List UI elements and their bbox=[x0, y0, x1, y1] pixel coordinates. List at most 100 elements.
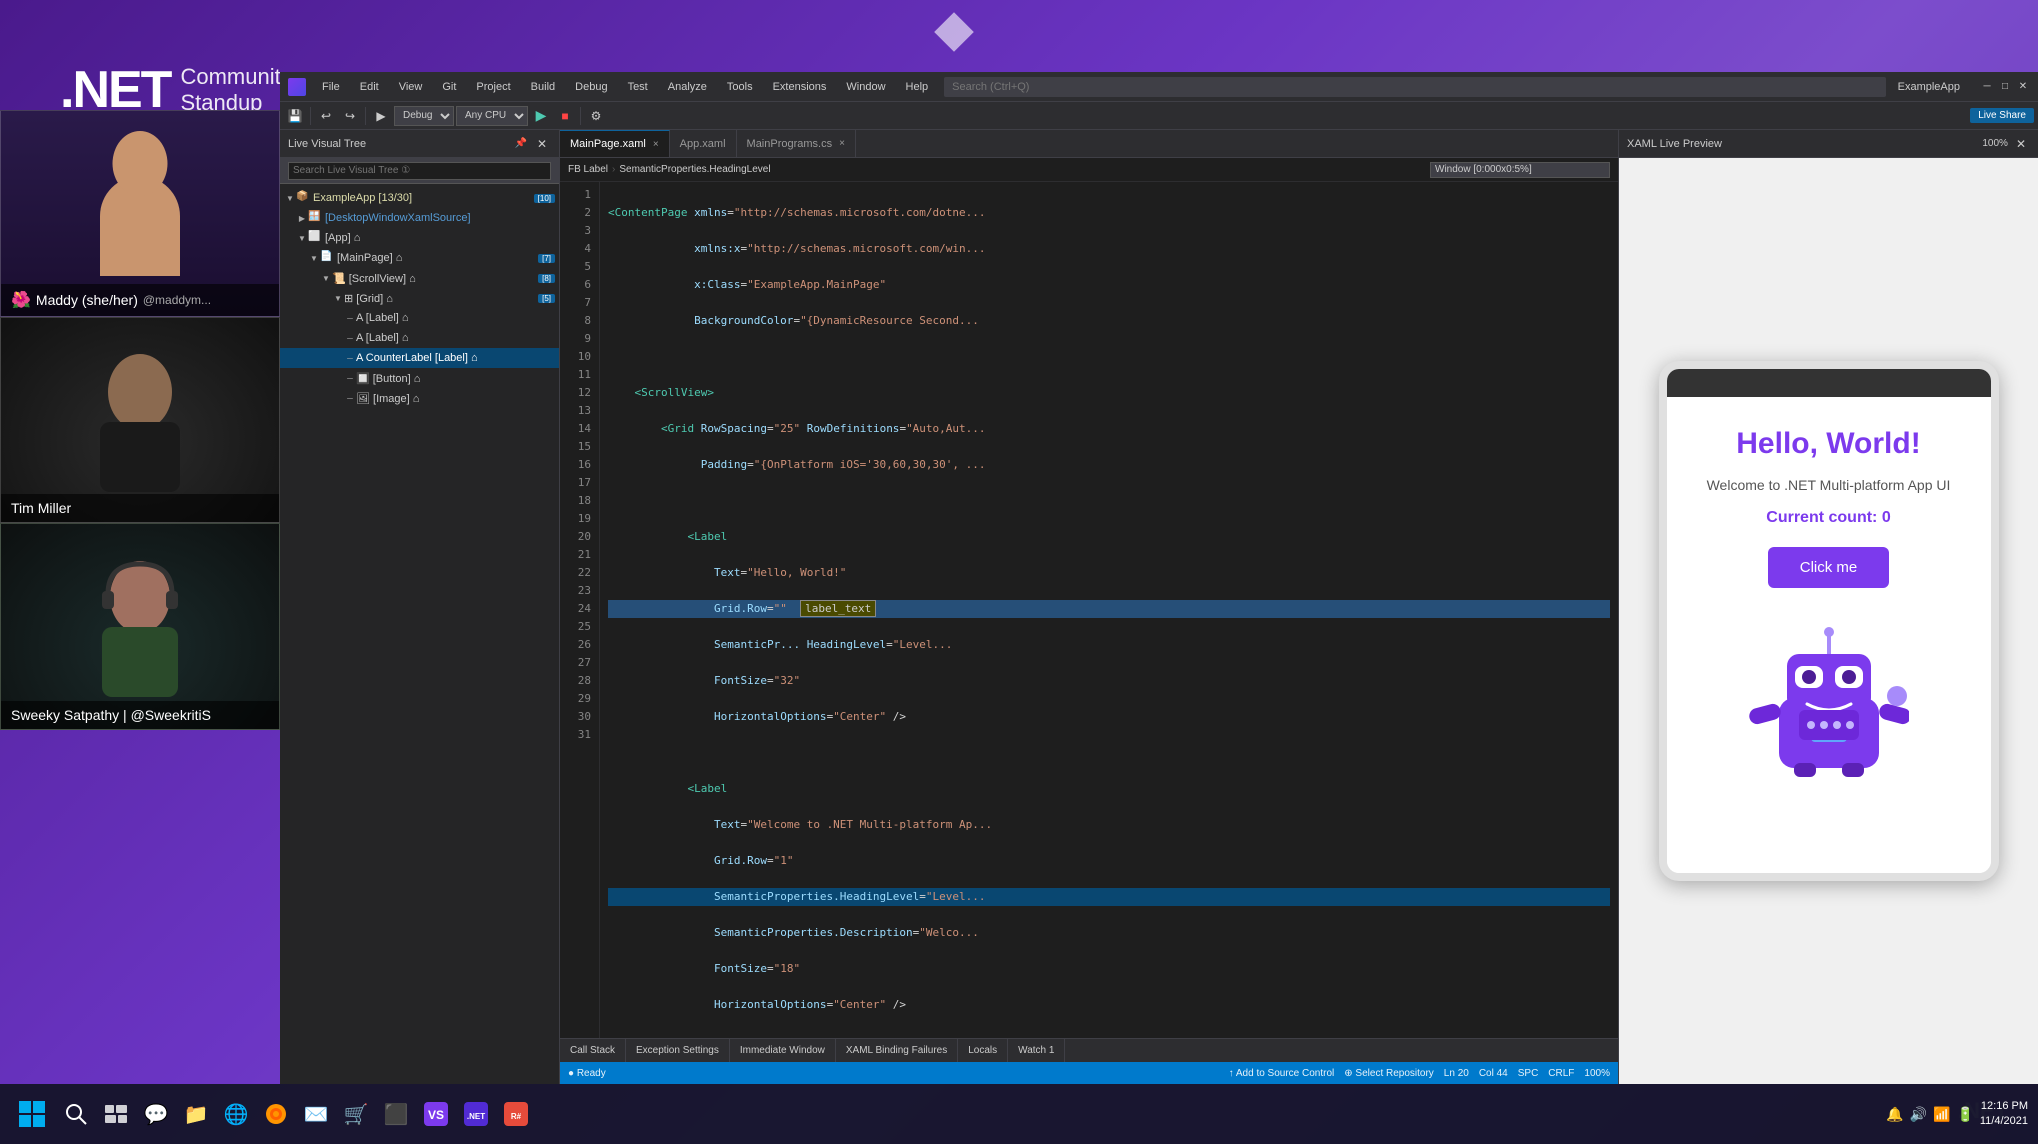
tree-item-mainpage[interactable]: ▼ 📄 [MainPage] ⌂ [7] bbox=[280, 248, 559, 268]
menu-extensions[interactable]: Extensions bbox=[769, 79, 831, 95]
vs-search-input[interactable] bbox=[944, 77, 1885, 97]
toolbar-separator-1 bbox=[310, 107, 311, 125]
maximize-button[interactable]: □ bbox=[1998, 80, 2012, 94]
menu-file[interactable]: File bbox=[318, 79, 344, 95]
dotnet-icon-svg: .NET bbox=[464, 1102, 488, 1126]
status-select-repo[interactable]: ⊕ Select Repository bbox=[1344, 1068, 1434, 1079]
stop-button[interactable]: ■ bbox=[554, 105, 576, 127]
chat-icon[interactable]: 💬 bbox=[138, 1096, 174, 1132]
menu-build[interactable]: Build bbox=[527, 79, 559, 95]
minimize-button[interactable]: ─ bbox=[1980, 80, 1994, 94]
toolbar-save-icon[interactable]: 💾 bbox=[284, 105, 306, 127]
toolbar-redo-icon[interactable]: ↪ bbox=[339, 105, 361, 127]
tree-item-grid[interactable]: ▼ ⊞ [Grid] ⌂ [5] bbox=[280, 288, 559, 308]
tree-item-image[interactable]: ─ 🖼 [Image] ⌂ bbox=[280, 388, 559, 408]
email-icon[interactable]: ✉️ bbox=[298, 1096, 334, 1132]
vs-taskbar-icon[interactable]: VS bbox=[418, 1096, 454, 1132]
config-dropdown[interactable]: Debug bbox=[394, 106, 454, 126]
menu-debug[interactable]: Debug bbox=[571, 79, 611, 95]
tab-mainprograms[interactable]: MainPrograms.cs × bbox=[737, 130, 856, 157]
explorer-icon[interactable]: 📁 bbox=[178, 1096, 214, 1132]
tab-mainpage-xaml[interactable]: MainPage.xaml × bbox=[560, 130, 670, 157]
props-input-field[interactable] bbox=[1430, 162, 1610, 178]
toolbar-undo-icon[interactable]: ↩ bbox=[315, 105, 337, 127]
menu-help[interactable]: Help bbox=[902, 79, 933, 95]
status-crlf: CRLF bbox=[1548, 1068, 1574, 1079]
menu-edit[interactable]: Edit bbox=[356, 79, 383, 95]
lvt-search-input[interactable] bbox=[288, 162, 551, 180]
lvt-pin-button[interactable]: 📌 bbox=[513, 136, 529, 152]
code-line-10: <Label bbox=[608, 528, 1610, 546]
tree-item-label2[interactable]: ─ A [Label] ⌂ bbox=[280, 328, 559, 348]
person1-label: 🌺 Maddy (she/her) @maddym... bbox=[1, 284, 279, 316]
edge-icon[interactable]: 🌐 bbox=[218, 1096, 254, 1132]
menu-analyze[interactable]: Analyze bbox=[664, 79, 711, 95]
menu-git[interactable]: Git bbox=[438, 79, 460, 95]
code-line-2: xmlns:x="http://schemas.microsoft.com/wi… bbox=[608, 240, 1610, 258]
firefox-icon[interactable] bbox=[258, 1096, 294, 1132]
tab-mainprograms-label: MainPrograms.cs bbox=[747, 138, 833, 150]
code-line-17: <Label bbox=[608, 780, 1610, 798]
bc-property: SemanticProperties.HeadingLevel bbox=[619, 164, 770, 175]
tree-item-desktopwindow[interactable]: ▶ 🪟 [DesktopWindowXamlSource] bbox=[280, 208, 559, 228]
live-share-button[interactable]: Live Share bbox=[1970, 108, 2034, 123]
platform-dropdown[interactable]: Any CPU bbox=[456, 106, 528, 126]
start-button[interactable] bbox=[10, 1092, 54, 1136]
tab-immediatewindow[interactable]: Immediate Window bbox=[730, 1039, 836, 1062]
person2-silhouette bbox=[1, 318, 279, 523]
tree-item-app[interactable]: ▼ ⬜ [App] ⌂ bbox=[280, 228, 559, 248]
tree-item-exampleapp[interactable]: ▼ 📦 ExampleApp [13/30] [10] bbox=[280, 188, 559, 208]
taskview-icon[interactable] bbox=[98, 1096, 134, 1132]
menu-project[interactable]: Project bbox=[472, 79, 514, 95]
store-icon[interactable]: 🛒 bbox=[338, 1096, 374, 1132]
tree-item-label1[interactable]: ─ A [Label] ⌂ bbox=[280, 308, 559, 328]
toolbar-debug-icon[interactable]: ▶ bbox=[370, 105, 392, 127]
terminal-icon[interactable]: ⬛ bbox=[378, 1096, 414, 1132]
menu-tools[interactable]: Tools bbox=[723, 79, 757, 95]
xaml-preview-close[interactable]: ✕ bbox=[2012, 137, 2030, 151]
status-ln: Ln 20 bbox=[1444, 1068, 1469, 1079]
phone-content: Hello, World! Welcome to .NET Multi-plat… bbox=[1667, 397, 1991, 873]
svg-text:.NET: .NET bbox=[467, 1112, 485, 1121]
tab-locals[interactable]: Locals bbox=[958, 1039, 1008, 1062]
phone-click-button[interactable]: Click me bbox=[1768, 547, 1890, 588]
search-taskbar-icon[interactable] bbox=[58, 1096, 94, 1132]
tab-watch1[interactable]: Watch 1 bbox=[1008, 1039, 1065, 1062]
tree-label-6: ⊞ [Grid] ⌂ bbox=[344, 292, 393, 305]
code-editor[interactable]: 12345 678910 1112131415 1617181920 21222… bbox=[560, 182, 1618, 1038]
tab-callstack[interactable]: Call Stack bbox=[560, 1039, 626, 1062]
phone-robot: .NET bbox=[1749, 618, 1909, 778]
run-button[interactable]: ▶ bbox=[530, 105, 552, 127]
code-line-6: <ScrollView> bbox=[608, 384, 1610, 402]
tab-mainprograms-close[interactable]: × bbox=[839, 138, 845, 149]
dotnet-taskbar-icon[interactable]: .NET bbox=[458, 1096, 494, 1132]
tree-badge-6: [5] bbox=[538, 294, 555, 303]
rider-icon[interactable]: R# bbox=[498, 1096, 534, 1132]
tab-exceptionsettings[interactable]: Exception Settings bbox=[626, 1039, 730, 1062]
tree-icon-2: 🪟 bbox=[308, 211, 322, 225]
menu-test[interactable]: Test bbox=[624, 79, 652, 95]
tree-item-counterlabel[interactable]: ─ A CounterLabel [Label] ⌂ bbox=[280, 348, 559, 368]
code-line-3: x:Class="ExampleApp.MainPage" bbox=[608, 276, 1610, 294]
tree-expander-9: ─ bbox=[344, 352, 356, 364]
tree-item-scrollview[interactable]: ▼ 📜 [ScrollView] ⌂ [8] bbox=[280, 268, 559, 288]
vs-icon-svg: VS bbox=[424, 1102, 448, 1126]
editor-tab-bar: MainPage.xaml × App.xaml MainPrograms.cs… bbox=[560, 130, 1618, 158]
toolbar-more-icon[interactable]: ⚙ bbox=[585, 105, 607, 127]
code-line-11: Text="Hello, World!" bbox=[608, 564, 1610, 582]
vs-bottom-tabs: Call Stack Exception Settings Immediate … bbox=[560, 1038, 1618, 1062]
tab-appxaml[interactable]: App.xaml bbox=[670, 130, 737, 157]
close-button[interactable]: ✕ bbox=[2016, 80, 2030, 94]
menu-window[interactable]: Window bbox=[842, 79, 889, 95]
tab-mainpage-close[interactable]: × bbox=[653, 139, 659, 150]
code-line-4: BackgroundColor="{DynamicResource Second… bbox=[608, 312, 1610, 330]
lvt-close-button[interactable]: ✕ bbox=[533, 137, 551, 151]
tree-badge-1: [10] bbox=[534, 194, 555, 203]
webcam-panel-person2: Tim Miller bbox=[0, 317, 280, 524]
status-add-source[interactable]: ↑ Add to Source Control bbox=[1229, 1068, 1335, 1079]
tree-expander-4: ▼ bbox=[308, 252, 320, 264]
tab-xamlbindingfailures[interactable]: XAML Binding Failures bbox=[836, 1039, 958, 1062]
menu-view[interactable]: View bbox=[395, 79, 427, 95]
phone-count-text: Current count: 0 bbox=[1766, 509, 1890, 527]
tree-item-button[interactable]: ─ 🔲 [Button] ⌂ bbox=[280, 368, 559, 388]
